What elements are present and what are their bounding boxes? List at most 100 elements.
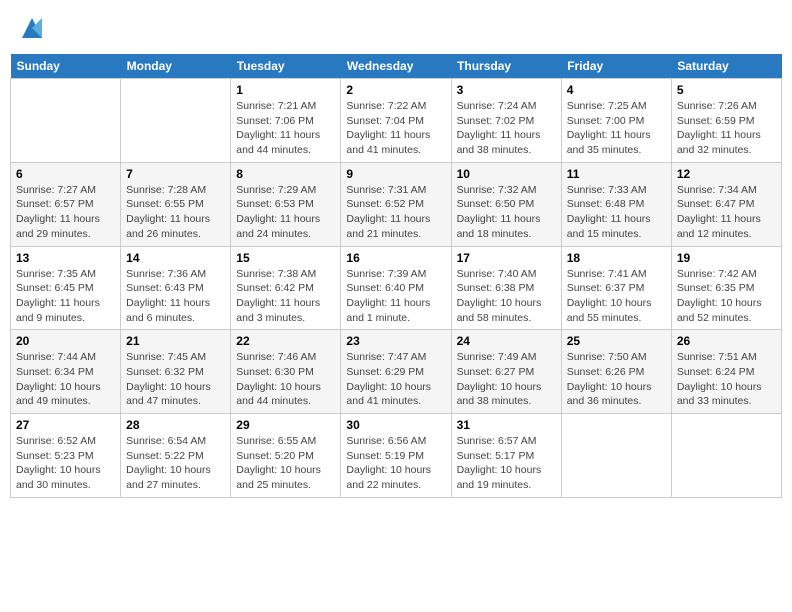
day-detail: Sunrise: 7:21 AM Sunset: 7:06 PM Dayligh…: [236, 99, 335, 158]
calendar-cell: 8Sunrise: 7:29 AM Sunset: 6:53 PM Daylig…: [231, 162, 341, 246]
col-header-saturday: Saturday: [671, 54, 781, 79]
day-detail: Sunrise: 7:24 AM Sunset: 7:02 PM Dayligh…: [457, 99, 556, 158]
calendar-week-row: 6Sunrise: 7:27 AM Sunset: 6:57 PM Daylig…: [11, 162, 782, 246]
day-number: 23: [346, 334, 445, 348]
day-detail: Sunrise: 7:32 AM Sunset: 6:50 PM Dayligh…: [457, 183, 556, 242]
day-number: 22: [236, 334, 335, 348]
day-number: 2: [346, 83, 445, 97]
calendar-week-row: 13Sunrise: 7:35 AM Sunset: 6:45 PM Dayli…: [11, 246, 782, 330]
calendar-table: SundayMondayTuesdayWednesdayThursdayFrid…: [10, 54, 782, 498]
col-header-wednesday: Wednesday: [341, 54, 451, 79]
day-number: 8: [236, 167, 335, 181]
calendar-cell: 29 Sunrise: 6:55 AM Sunset: 5:20 PM Dayli…: [231, 414, 341, 498]
calendar-cell: 27 Sunrise: 6:52 AM Sunset: 5:23 PM Dayli…: [11, 414, 121, 498]
day-detail: Sunrise: 6:57 AM Sunset: 5:17 PM Dayligh…: [457, 434, 556, 493]
calendar-cell: 17Sunrise: 7:40 AM Sunset: 6:38 PM Dayli…: [451, 246, 561, 330]
day-detail: Sunrise: 7:27 AM Sunset: 6:57 PM Dayligh…: [16, 183, 115, 242]
day-number: 5: [677, 83, 776, 97]
day-detail: Sunrise: 7:31 AM Sunset: 6:52 PM Dayligh…: [346, 183, 445, 242]
calendar-cell: 10 Sunrise: 7:32 AM Sunset: 6:50 PM Dayli…: [451, 162, 561, 246]
day-number: 31: [457, 418, 556, 432]
calendar-cell: 12Sunrise: 7:34 AM Sunset: 6:47 PM Dayli…: [671, 162, 781, 246]
day-number: 15: [236, 251, 335, 265]
day-number: 27: [16, 418, 115, 432]
col-header-monday: Monday: [121, 54, 231, 79]
day-detail: Sunrise: 7:33 AM Sunset: 6:48 PM Dayligh…: [567, 183, 666, 242]
calendar-cell: 9 Sunrise: 7:31 AM Sunset: 6:52 PM Daylig…: [341, 162, 451, 246]
day-detail: Sunrise: 7:47 AM Sunset: 6:29 PM Dayligh…: [346, 350, 445, 409]
day-detail: Sunrise: 7:25 AM Sunset: 7:00 PM Dayligh…: [567, 99, 666, 158]
day-detail: Sunrise: 7:38 AM Sunset: 6:42 PM Dayligh…: [236, 267, 335, 326]
day-number: 10: [457, 167, 556, 181]
calendar-cell: [11, 79, 121, 163]
day-number: 28: [126, 418, 225, 432]
calendar-cell: 26Sunrise: 7:51 AM Sunset: 6:24 PM Dayli…: [671, 330, 781, 414]
calendar-cell: 13Sunrise: 7:35 AM Sunset: 6:45 PM Dayli…: [11, 246, 121, 330]
logo: [14, 14, 46, 46]
day-detail: Sunrise: 7:42 AM Sunset: 6:35 PM Dayligh…: [677, 267, 776, 326]
day-number: 18: [567, 251, 666, 265]
day-detail: Sunrise: 7:28 AM Sunset: 6:55 PM Dayligh…: [126, 183, 225, 242]
calendar-cell: 15 Sunrise: 7:38 AM Sunset: 6:42 PM Dayli…: [231, 246, 341, 330]
calendar-cell: 22Sunrise: 7:46 AM Sunset: 6:30 PM Dayli…: [231, 330, 341, 414]
calendar-cell: 28 Sunrise: 6:54 AM Sunset: 5:22 PM Dayli…: [121, 414, 231, 498]
calendar-header-row: SundayMondayTuesdayWednesdayThursdayFrid…: [11, 54, 782, 79]
day-detail: Sunrise: 7:36 AM Sunset: 6:43 PM Dayligh…: [126, 267, 225, 326]
day-detail: Sunrise: 7:49 AM Sunset: 6:27 PM Dayligh…: [457, 350, 556, 409]
calendar-cell: 23 Sunrise: 7:47 AM Sunset: 6:29 PM Dayli…: [341, 330, 451, 414]
page-header: [10, 10, 782, 46]
calendar-cell: 24 Sunrise: 7:49 AM Sunset: 6:27 PM Dayli…: [451, 330, 561, 414]
day-detail: Sunrise: 7:51 AM Sunset: 6:24 PM Dayligh…: [677, 350, 776, 409]
calendar-cell: 20 Sunrise: 7:44 AM Sunset: 6:34 PM Dayli…: [11, 330, 121, 414]
day-detail: Sunrise: 7:26 AM Sunset: 6:59 PM Dayligh…: [677, 99, 776, 158]
day-number: 19: [677, 251, 776, 265]
day-detail: Sunrise: 7:41 AM Sunset: 6:37 PM Dayligh…: [567, 267, 666, 326]
calendar-cell: 5 Sunrise: 7:26 AM Sunset: 6:59 PM Daylig…: [671, 79, 781, 163]
day-number: 29: [236, 418, 335, 432]
day-number: 9: [346, 167, 445, 181]
day-detail: Sunrise: 7:44 AM Sunset: 6:34 PM Dayligh…: [16, 350, 115, 409]
day-detail: Sunrise: 6:55 AM Sunset: 5:20 PM Dayligh…: [236, 434, 335, 493]
calendar-cell: 3 Sunrise: 7:24 AM Sunset: 7:02 PM Daylig…: [451, 79, 561, 163]
calendar-cell: 31 Sunrise: 6:57 AM Sunset: 5:17 PM Dayli…: [451, 414, 561, 498]
calendar-cell: [121, 79, 231, 163]
calendar-cell: 18 Sunrise: 7:41 AM Sunset: 6:37 PM Dayli…: [561, 246, 671, 330]
day-number: 21: [126, 334, 225, 348]
calendar-cell: 21 Sunrise: 7:45 AM Sunset: 6:32 PM Dayli…: [121, 330, 231, 414]
day-detail: Sunrise: 6:52 AM Sunset: 5:23 PM Dayligh…: [16, 434, 115, 493]
day-number: 3: [457, 83, 556, 97]
day-detail: Sunrise: 6:56 AM Sunset: 5:19 PM Dayligh…: [346, 434, 445, 493]
day-number: 13: [16, 251, 115, 265]
calendar-cell: 30 Sunrise: 6:56 AM Sunset: 5:19 PM Dayli…: [341, 414, 451, 498]
calendar-cell: 1 Sunrise: 7:21 AM Sunset: 7:06 PM Daylig…: [231, 79, 341, 163]
day-number: 20: [16, 334, 115, 348]
calendar-cell: 19 Sunrise: 7:42 AM Sunset: 6:35 PM Dayli…: [671, 246, 781, 330]
day-number: 24: [457, 334, 556, 348]
day-number: 7: [126, 167, 225, 181]
day-detail: Sunrise: 7:40 AM Sunset: 6:38 PM Dayligh…: [457, 267, 556, 326]
calendar-week-row: 20 Sunrise: 7:44 AM Sunset: 6:34 PM Dayli…: [11, 330, 782, 414]
calendar-cell: 25 Sunrise: 7:50 AM Sunset: 6:26 PM Dayli…: [561, 330, 671, 414]
calendar-cell: 7 Sunrise: 7:28 AM Sunset: 6:55 PM Daylig…: [121, 162, 231, 246]
day-number: 1: [236, 83, 335, 97]
day-detail: Sunrise: 7:45 AM Sunset: 6:32 PM Dayligh…: [126, 350, 225, 409]
day-number: 12: [677, 167, 776, 181]
day-detail: Sunrise: 6:54 AM Sunset: 5:22 PM Dayligh…: [126, 434, 225, 493]
day-detail: Sunrise: 7:39 AM Sunset: 6:40 PM Dayligh…: [346, 267, 445, 326]
calendar-cell: 6Sunrise: 7:27 AM Sunset: 6:57 PM Daylig…: [11, 162, 121, 246]
col-header-sunday: Sunday: [11, 54, 121, 79]
calendar-cell: 2 Sunrise: 7:22 AM Sunset: 7:04 PM Daylig…: [341, 79, 451, 163]
calendar-cell: [561, 414, 671, 498]
calendar-cell: 14 Sunrise: 7:36 AM Sunset: 6:43 PM Dayli…: [121, 246, 231, 330]
day-number: 4: [567, 83, 666, 97]
day-number: 30: [346, 418, 445, 432]
col-header-tuesday: Tuesday: [231, 54, 341, 79]
col-header-friday: Friday: [561, 54, 671, 79]
day-detail: Sunrise: 7:22 AM Sunset: 7:04 PM Dayligh…: [346, 99, 445, 158]
day-number: 14: [126, 251, 225, 265]
day-number: 16: [346, 251, 445, 265]
logo-icon: [18, 14, 46, 42]
calendar-cell: 4 Sunrise: 7:25 AM Sunset: 7:00 PM Daylig…: [561, 79, 671, 163]
day-detail: Sunrise: 7:50 AM Sunset: 6:26 PM Dayligh…: [567, 350, 666, 409]
day-number: 25: [567, 334, 666, 348]
